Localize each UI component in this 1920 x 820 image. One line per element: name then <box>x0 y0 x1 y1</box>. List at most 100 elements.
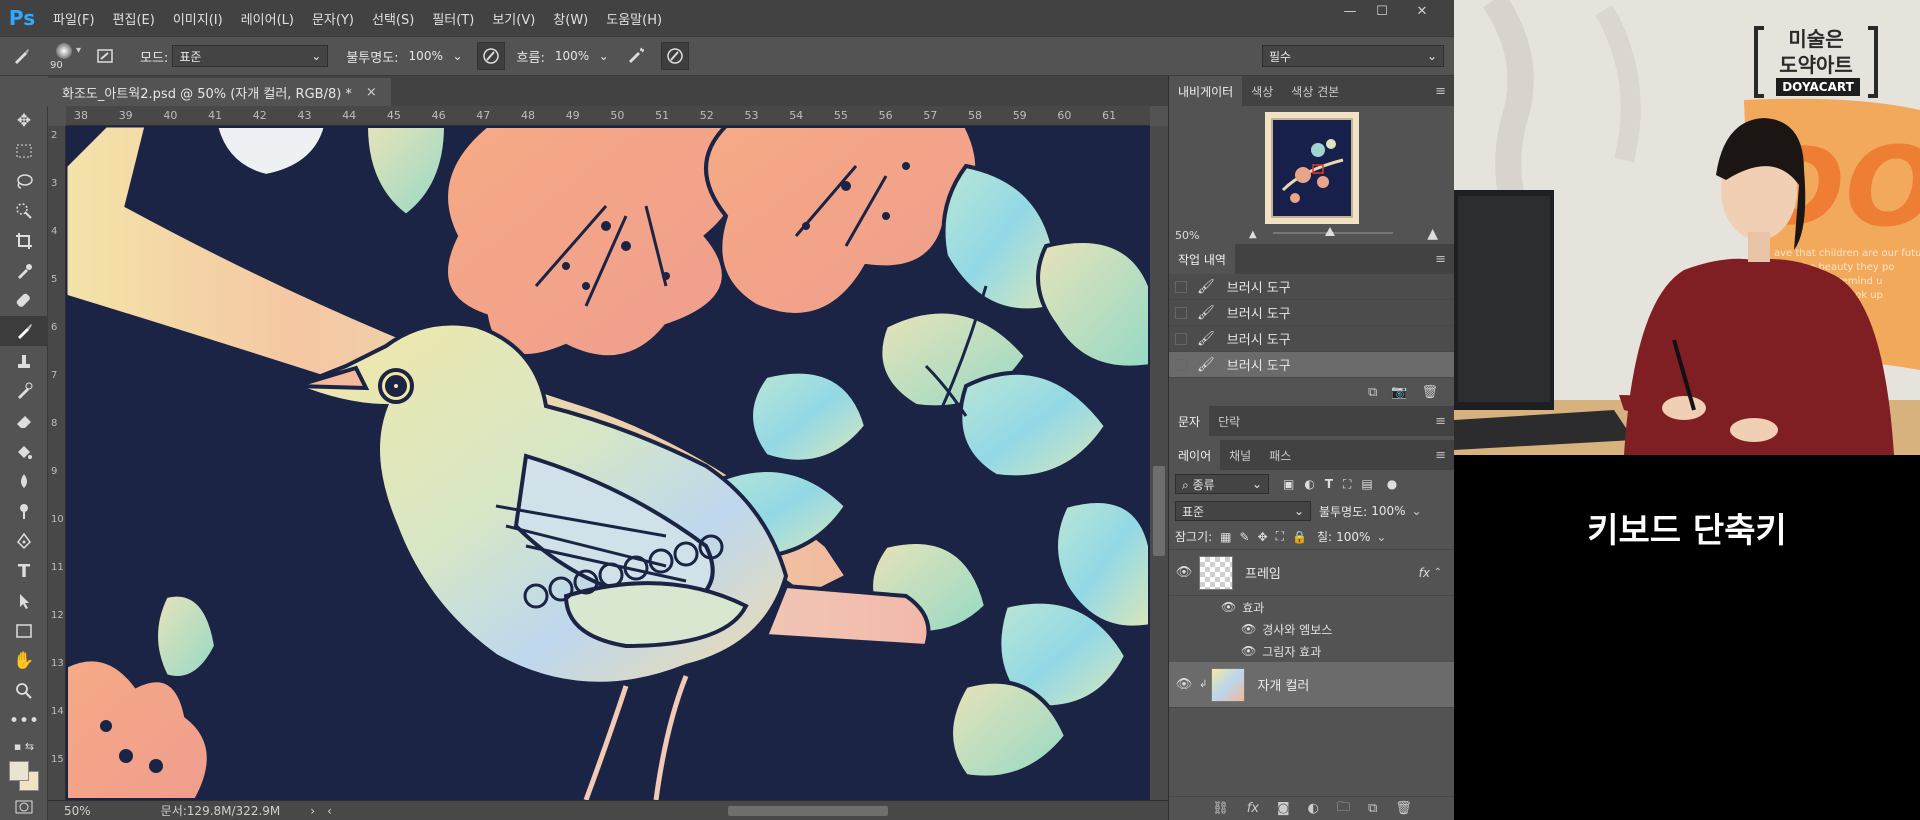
menu-view[interactable]: 보기(V) <box>483 9 544 28</box>
fx-icon[interactable]: fx <box>1247 801 1259 816</box>
fx-icon[interactable]: fx <box>1419 566 1430 580</box>
history-brush-tool-icon[interactable] <box>0 376 48 406</box>
mode-select[interactable]: 표준 ⌄ <box>172 45 329 67</box>
color-swatches-icon[interactable] <box>0 756 48 796</box>
default-colors-icon[interactable]: ▪ ⇆ <box>0 736 48 756</box>
history-item[interactable]: 🖌 브러시 도구 <box>1169 300 1454 326</box>
blend-mode-select[interactable]: 표준 ⌄ <box>1175 501 1311 521</box>
path-select-tool-icon[interactable] <box>0 586 48 616</box>
menu-file[interactable]: 파일(F) <box>44 9 104 28</box>
hand-tool-icon[interactable]: ✋ <box>0 646 48 676</box>
chevron-right-icon[interactable]: › <box>310 804 315 818</box>
pressure-size-button[interactable] <box>660 42 689 70</box>
more-tools-icon[interactable]: ••• <box>0 706 48 736</box>
vertical-scrollbar[interactable] <box>1150 126 1168 800</box>
history-item[interactable]: 🖌 브러시 도구 <box>1169 274 1454 300</box>
healing-brush-tool-icon[interactable] <box>0 286 48 316</box>
panel-menu-icon[interactable]: ≡ <box>1435 414 1446 429</box>
tab-history[interactable]: 작업 내역 <box>1169 244 1235 274</box>
restore-button[interactable]: ☐ <box>1362 0 1402 22</box>
menu-window[interactable]: 창(W) <box>544 9 597 28</box>
menu-help[interactable]: 도움말(H) <box>597 9 671 28</box>
dodge-tool-icon[interactable] <box>0 496 48 526</box>
eye-icon[interactable]: 👁 <box>1169 677 1199 692</box>
zoom-slider[interactable] <box>1273 227 1393 236</box>
brush-tool-icon[interactable] <box>0 316 48 346</box>
document-tab[interactable]: 화조도_아트웍2.psd @ 50% (자개 컬러, RGB/8) * × <box>48 78 391 106</box>
chevron-left-icon[interactable]: ‹ <box>327 804 332 818</box>
pressure-opacity-button[interactable] <box>476 42 505 70</box>
mask-icon[interactable]: ◙ <box>1277 801 1290 816</box>
adjustment-icon[interactable]: ◐ <box>1308 801 1319 816</box>
brush-preset-icon[interactable] <box>10 45 32 67</box>
trash-icon[interactable]: 🗑 <box>1395 801 1412 816</box>
layer-kind-select[interactable]: ⌕ 종류 ⌄ <box>1175 474 1269 494</box>
filter-shape-icon[interactable]: ⛶ <box>1343 477 1351 492</box>
brush-panel-icon[interactable] <box>94 45 116 67</box>
filter-toggle-icon[interactable]: ● <box>1387 477 1397 491</box>
tab-color[interactable]: 색상 <box>1242 76 1282 106</box>
camera-icon[interactable]: 📷 <box>1391 385 1407 400</box>
brush-size-preview[interactable]: 90 ▾ <box>44 39 92 73</box>
trash-icon[interactable]: 🗑 <box>1421 385 1438 400</box>
rectangle-tool-icon[interactable] <box>0 616 48 646</box>
lock-transparent-icon[interactable]: ▦ <box>1220 530 1231 544</box>
menu-edit[interactable]: 편집(E) <box>104 9 164 28</box>
quick-select-tool-icon[interactable] <box>0 196 48 226</box>
blur-tool-icon[interactable] <box>0 466 48 496</box>
link-icon[interactable]: ⛓ <box>1212 801 1229 816</box>
panel-menu-icon[interactable]: ≡ <box>1435 84 1446 99</box>
lock-pixels-icon[interactable]: ✎ <box>1240 530 1250 544</box>
type-tool-icon[interactable]: T <box>0 556 48 586</box>
zoom-tool-icon[interactable] <box>0 676 48 706</box>
menu-image[interactable]: 이미지(I) <box>164 9 232 28</box>
eyedropper-tool-icon[interactable] <box>0 256 48 286</box>
airbrush-icon[interactable] <box>625 45 647 67</box>
filter-pixel-icon[interactable]: ▣ <box>1283 477 1294 491</box>
move-tool-icon[interactable]: ✥ <box>0 106 48 136</box>
layer-row[interactable]: 👁 ↲ 자개 컬러 <box>1169 662 1454 708</box>
tab-paths[interactable]: 패스 <box>1260 440 1300 470</box>
tab-channels[interactable]: 채널 <box>1220 440 1260 470</box>
history-item[interactable]: 🖌 브러시 도구 <box>1169 326 1454 352</box>
close-icon[interactable]: × <box>366 85 377 100</box>
menu-select[interactable]: 선택(S) <box>363 9 423 28</box>
navigator-thumbnail[interactable] <box>1265 112 1359 224</box>
tab-paragraph[interactable]: 단락 <box>1209 406 1249 436</box>
crop-tool-icon[interactable] <box>0 226 48 256</box>
filter-smart-icon[interactable]: ▤ <box>1361 477 1372 491</box>
document-canvas[interactable] <box>66 126 1150 800</box>
lock-position-icon[interactable]: ✥ <box>1258 530 1268 544</box>
close-button[interactable]: ✕ <box>1402 0 1442 22</box>
folder-icon[interactable]: 🗀 <box>1337 798 1350 820</box>
chevron-down-icon[interactable]: ⌄ <box>1412 504 1422 518</box>
horizontal-scroll-thumb[interactable] <box>728 806 888 816</box>
panel-menu-icon[interactable]: ≡ <box>1435 448 1446 463</box>
layer-row[interactable]: 👁 프레임 fx ⌃ <box>1169 550 1454 596</box>
eye-icon[interactable]: 👁 <box>1169 565 1199 580</box>
clone-stamp-tool-icon[interactable] <box>0 346 48 376</box>
lock-artboard-icon[interactable]: ⛶ <box>1276 529 1284 544</box>
eraser-tool-icon[interactable] <box>0 406 48 436</box>
pen-tool-icon[interactable] <box>0 526 48 556</box>
tab-character[interactable]: 문자 <box>1169 406 1210 436</box>
fill-value[interactable]: 100% <box>1336 530 1370 544</box>
menu-type[interactable]: 문자(Y) <box>303 9 363 28</box>
tab-layers[interactable]: 레이어 <box>1169 440 1221 470</box>
new-layer-icon[interactable]: ⧉ <box>1368 801 1377 816</box>
status-zoom[interactable]: 50% <box>64 804 91 818</box>
layer-opacity-value[interactable]: 100% <box>1371 504 1405 518</box>
tab-swatches[interactable]: 색상 견본 <box>1282 76 1348 106</box>
workspace-select[interactable]: 필수 ⌄ <box>1262 45 1444 67</box>
gradient-tool-icon[interactable] <box>0 436 48 466</box>
scroll-thumb[interactable] <box>1153 466 1165 556</box>
eye-icon[interactable]: 👁 <box>1221 600 1236 614</box>
filter-adjust-icon[interactable]: ◐ <box>1304 477 1314 491</box>
effects-row[interactable]: 👁 효과 <box>1169 596 1454 618</box>
zoom-out-icon[interactable]: ▲ <box>1249 229 1257 240</box>
quick-mask-icon[interactable] <box>0 796 48 818</box>
panel-menu-icon[interactable]: ≡ <box>1435 252 1446 267</box>
tab-navigator[interactable]: 내비게이터 <box>1169 76 1243 106</box>
menu-filter[interactable]: 필터(T) <box>423 9 483 28</box>
marquee-tool-icon[interactable] <box>0 136 48 166</box>
